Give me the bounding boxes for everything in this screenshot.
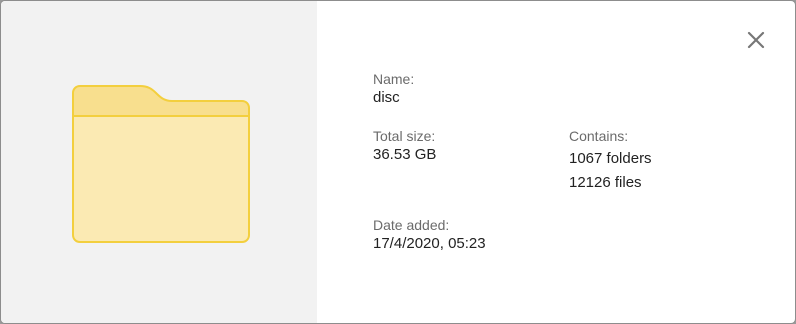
files-count: 12126 files (569, 174, 642, 191)
folder-icon (72, 85, 250, 243)
total-size-label: Total size: (373, 128, 436, 144)
close-icon[interactable] (745, 29, 767, 51)
date-added-field: Date added: 17/4/2020, 05:23 (373, 216, 486, 254)
total-size-value: 36.53 GB (373, 146, 437, 163)
name-value: disc (373, 89, 400, 106)
folders-count: 1067 folders (569, 150, 652, 167)
folder-info-dialog: Name: disc Total size: 36.53 GB Contains… (1, 1, 795, 323)
date-added-label: Date added: (373, 217, 450, 233)
preview-panel (1, 1, 317, 323)
name-label: Name: (373, 71, 415, 87)
total-size-field: Total size: 36.53 GB (373, 127, 436, 165)
name-field: Name: disc (373, 70, 414, 108)
info-panel: Name: disc Total size: 36.53 GB Contains… (317, 1, 795, 323)
contains-label: Contains: (569, 128, 629, 144)
contains-field: Contains: 1067 folders 12126 files (569, 127, 652, 193)
date-added-value: 17/4/2020, 05:23 (373, 235, 486, 252)
